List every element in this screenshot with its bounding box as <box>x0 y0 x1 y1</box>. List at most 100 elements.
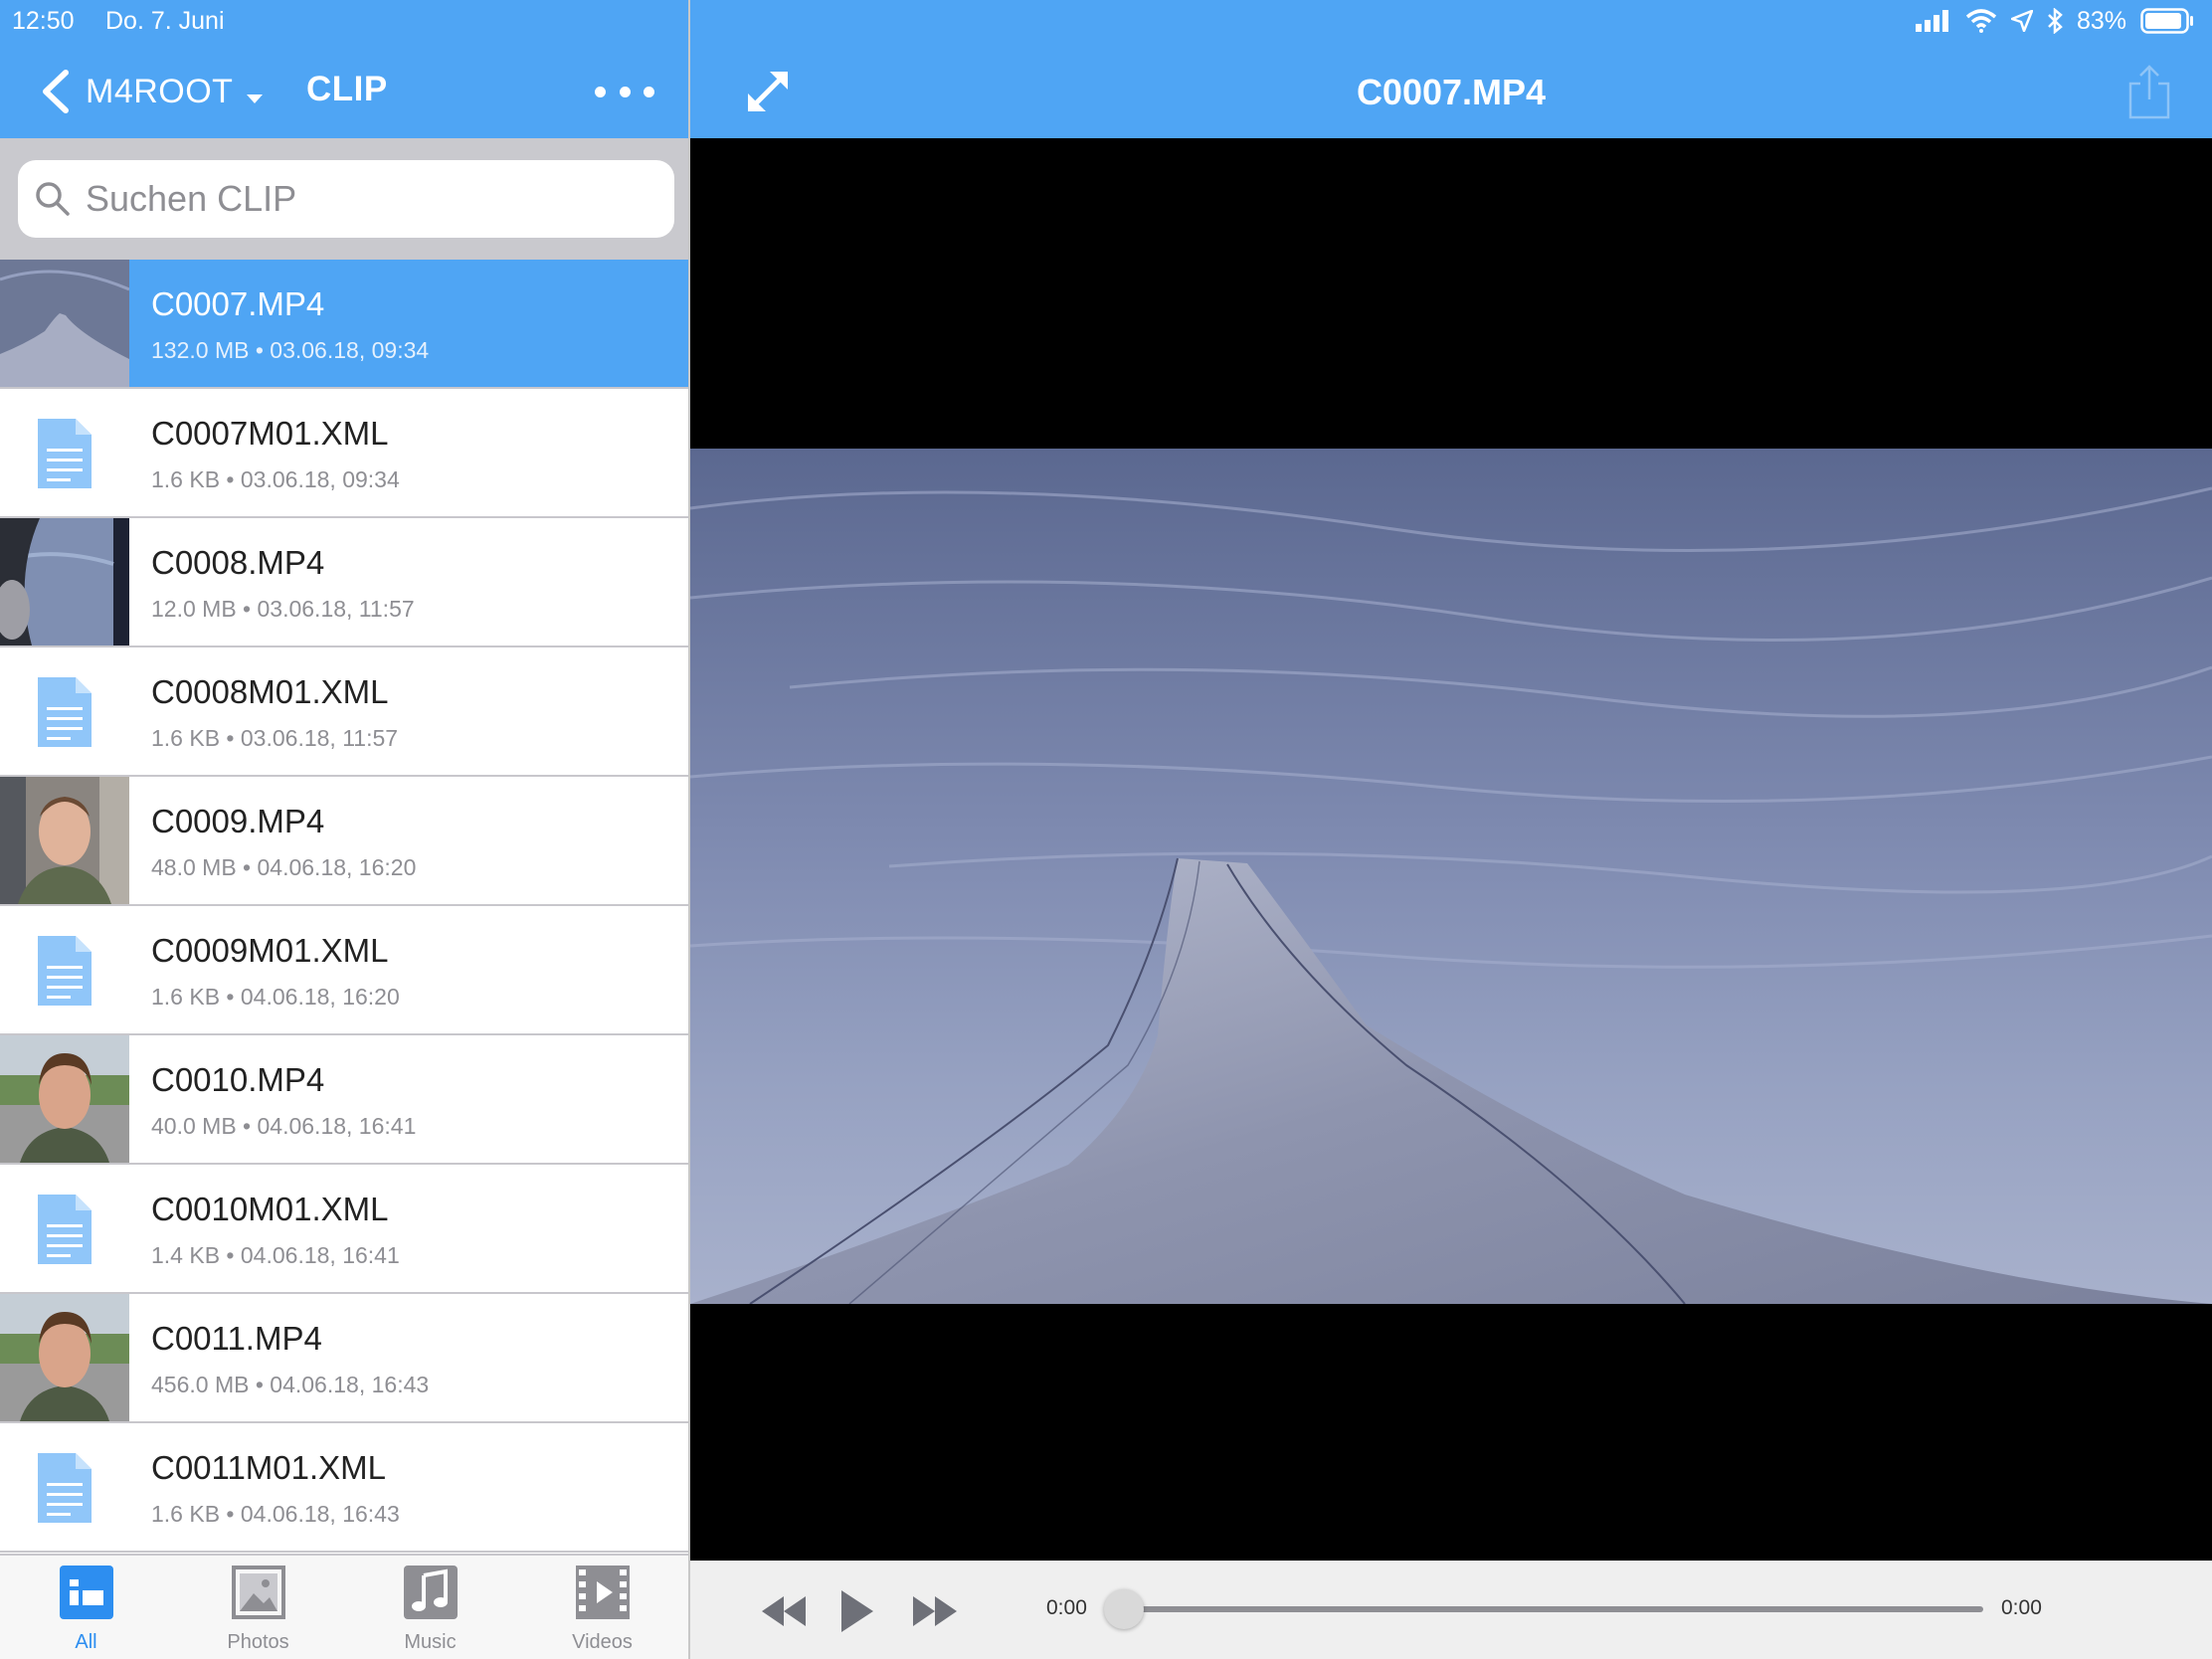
file-meta: 1.6 KB • 04.06.18, 16:43 <box>151 1501 400 1527</box>
file-meta: 40.0 MB • 04.06.18, 16:41 <box>151 1113 417 1139</box>
file-name: C0009.MP4 <box>151 803 325 839</box>
tab-videos[interactable]: Videos <box>516 1556 688 1659</box>
share-icon[interactable] <box>2126 64 2172 119</box>
file-row[interactable]: C0010.MP4 40.0 MB • 04.06.18, 16:41 <box>0 1035 688 1165</box>
status-time: 12:50 <box>12 7 75 35</box>
file-list: C0007.MP4 132.0 MB • 03.06.18, 09:34 C0007… <box>0 260 688 1553</box>
file-row[interactable]: C0011M01.XML 1.6 KB • 04.06.18, 16:43 <box>0 1423 688 1553</box>
search-bar <box>0 138 688 260</box>
video-thumbnail <box>0 777 129 904</box>
file-name: C0011M01.XML <box>151 1449 387 1486</box>
file-size: 1.6 KB <box>151 984 221 1010</box>
file-name: C0007.MP4 <box>151 285 325 322</box>
wifi-icon <box>1965 9 1997 33</box>
file-size: 40.0 MB <box>151 1113 237 1139</box>
file-date: 03.06.18, 11:57 <box>257 596 415 622</box>
file-date: 04.06.18, 16:41 <box>257 1113 417 1139</box>
file-name: C0008.MP4 <box>151 544 325 581</box>
file-row[interactable]: C0009M01.XML 1.6 KB • 04.06.18, 16:20 <box>0 906 688 1035</box>
file-row[interactable]: C0008M01.XML 1.6 KB • 03.06.18, 11:57 <box>0 647 688 777</box>
search-field-container[interactable] <box>18 160 674 238</box>
document-icon <box>0 1423 129 1551</box>
dot-icon <box>644 86 654 97</box>
status-date: Do. 7. Juni <box>105 7 225 35</box>
file-row[interactable]: C0011.MP4 456.0 MB • 04.06.18, 16:43 <box>0 1294 688 1423</box>
file-name: C0008M01.XML <box>151 673 389 710</box>
current-time: 0:00 <box>1046 1596 1087 1619</box>
browser-header: 12:50 Do. 7. Juni M4ROOT CLIP <box>0 0 688 138</box>
file-name: C0007M01.XML <box>151 415 389 452</box>
file-row[interactable]: C0010M01.XML 1.4 KB • 04.06.18, 16:41 <box>0 1165 688 1294</box>
play-icon[interactable] <box>839 1588 875 1634</box>
video-thumbnail <box>0 1294 129 1421</box>
file-size: 456.0 MB <box>151 1372 250 1397</box>
dot-icon <box>619 86 631 97</box>
file-meta: 456.0 MB • 04.06.18, 16:43 <box>151 1372 430 1397</box>
file-row[interactable]: C0009.MP4 48.0 MB • 04.06.18, 16:20 <box>0 777 688 906</box>
tab-all[interactable]: All <box>0 1556 172 1659</box>
file-date: 04.06.18, 16:20 <box>240 984 400 1010</box>
tab-label: Videos <box>572 1631 633 1653</box>
document-icon <box>0 906 129 1033</box>
seek-bar[interactable] <box>1120 1606 1983 1612</box>
location-arrow-icon <box>2010 10 2033 32</box>
search-icon <box>36 182 70 216</box>
video-title: C0007.MP4 <box>1356 72 1547 112</box>
photos-icon <box>232 1566 285 1619</box>
tab-label: All <box>75 1631 97 1653</box>
dot-icon <box>595 86 606 97</box>
player-header: 83% C0007.MP4 <box>690 0 2212 138</box>
videos-icon <box>576 1566 630 1619</box>
video-thumbnail <box>0 518 129 645</box>
video-thumbnail <box>0 260 129 387</box>
chevron-left-icon <box>43 70 69 113</box>
fast-forward-icon[interactable] <box>911 1594 959 1628</box>
file-row[interactable]: C0007.MP4 132.0 MB • 03.06.18, 09:34 <box>0 260 688 389</box>
search-input[interactable] <box>86 178 643 220</box>
file-size: 1.6 KB <box>151 725 221 751</box>
battery-icon <box>2140 8 2194 34</box>
file-meta: 12.0 MB • 03.06.18, 11:57 <box>151 596 415 622</box>
music-icon <box>404 1566 458 1619</box>
document-icon <box>0 389 129 516</box>
all-icon <box>60 1566 113 1619</box>
tab-photos[interactable]: Photos <box>172 1556 344 1659</box>
file-meta: 1.6 KB • 03.06.18, 11:57 <box>151 725 399 751</box>
file-size: 1.6 KB <box>151 466 221 492</box>
file-size: 1.4 KB <box>151 1242 221 1268</box>
file-row[interactable]: C0008.MP4 12.0 MB • 03.06.18, 11:57 <box>0 518 688 647</box>
status-indicators: 83% <box>1902 5 2194 37</box>
rewind-icon[interactable] <box>760 1594 808 1628</box>
file-name: C0010M01.XML <box>151 1191 389 1227</box>
bluetooth-icon <box>2047 8 2063 34</box>
file-browser-panel: 12:50 Do. 7. Juni M4ROOT CLIP C0007.MP4 1… <box>0 0 690 1659</box>
file-meta: 1.6 KB • 04.06.18, 16:20 <box>151 984 400 1010</box>
file-date: 04.06.18, 16:20 <box>257 854 417 880</box>
folder-title: CLIP <box>306 70 388 108</box>
video-viewport[interactable] <box>690 138 2212 1561</box>
file-size: 1.6 KB <box>151 1501 221 1527</box>
file-meta: 1.4 KB • 04.06.18, 16:41 <box>151 1242 400 1268</box>
back-button-label: M4ROOT <box>86 72 234 110</box>
file-date: 03.06.18, 09:34 <box>240 466 400 492</box>
file-name: C0011.MP4 <box>151 1320 322 1357</box>
file-meta: 132.0 MB • 03.06.18, 09:34 <box>151 337 430 363</box>
file-date: 03.06.18, 09:34 <box>270 337 430 363</box>
tab-label: Music <box>404 1631 457 1653</box>
file-size: 48.0 MB <box>151 854 237 880</box>
file-meta: 48.0 MB • 04.06.18, 16:20 <box>151 854 417 880</box>
playback-controls: 0:00 0:00 <box>690 1561 2212 1659</box>
airplane-wing-video-image <box>690 449 2212 1304</box>
battery-percentage: 83% <box>2076 6 2126 35</box>
back-button[interactable]: M4ROOT <box>40 66 264 117</box>
file-meta: 1.6 KB • 03.06.18, 09:34 <box>151 466 400 492</box>
seek-thumb[interactable] <box>1104 1589 1144 1629</box>
tab-music[interactable]: Music <box>344 1556 516 1659</box>
file-name: C0009M01.XML <box>151 932 389 969</box>
video-player-panel: 83% C0007.MP4 0:00 0:00 <box>690 0 2212 1659</box>
total-time: 0:00 <box>2001 1596 2042 1619</box>
tab-label: Photos <box>227 1631 289 1653</box>
video-frame <box>690 449 2212 1304</box>
more-options-button[interactable] <box>595 70 654 113</box>
file-row[interactable]: C0007M01.XML 1.6 KB • 03.06.18, 09:34 <box>0 389 688 518</box>
